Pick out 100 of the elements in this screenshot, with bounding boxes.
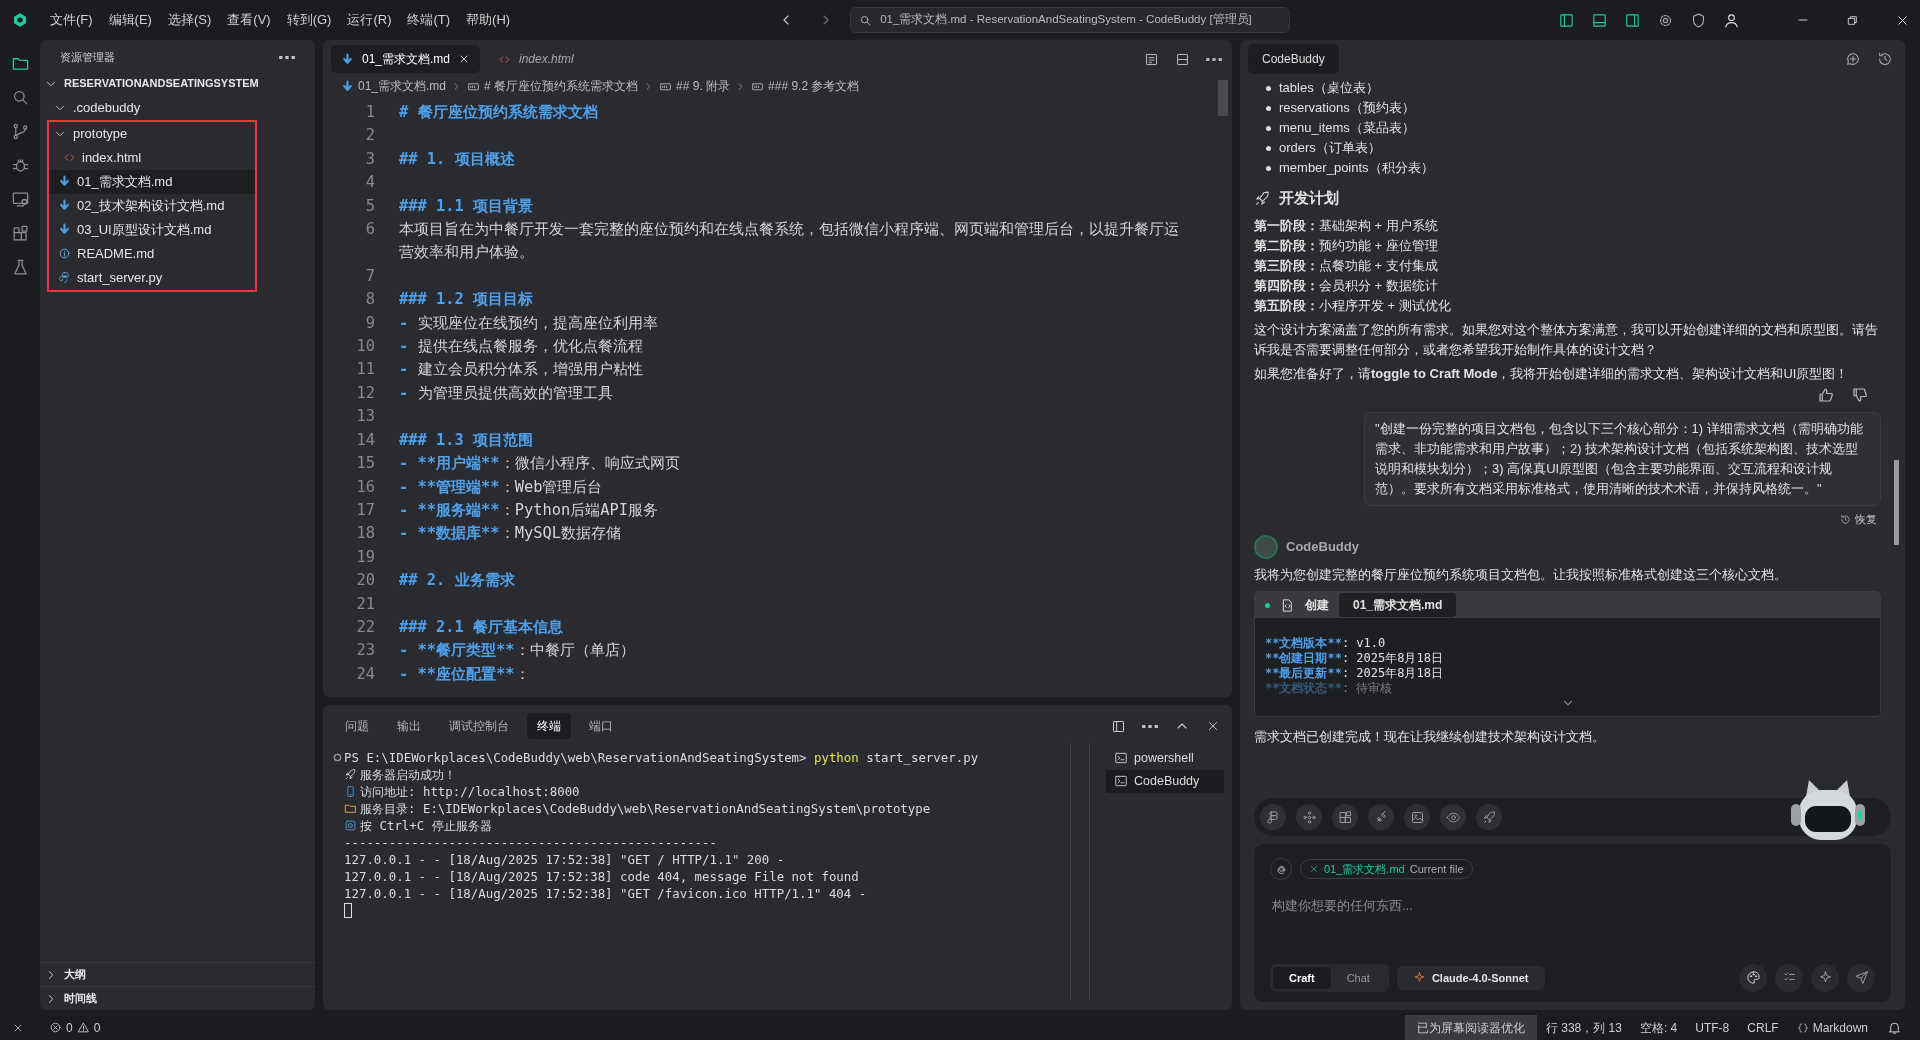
line-number: 17 [355,499,376,521]
action-button[interactable] [1847,963,1875,992]
chat-input-box[interactable]: 01_需求文档.md Current file 构建你想要的任何东西... Craft Chat Claude-4.0-Sonnet [1254,844,1891,1002]
more-button[interactable] [1142,724,1158,728]
scrollbar-thumb[interactable] [1218,80,1228,116]
code-line: 本项目旨在为中餐厅开发一套完整的座位预约和在线点餐系统，包括微信小程序端、网页端和管理后台，以提升餐厅运营效率和用户体验。 [399,219,1180,264]
toolbar-button[interactable] [1591,11,1608,29]
tree-item[interactable]: 02_技术架构设计文档.md [49,193,255,218]
warning-icon [76,1021,90,1034]
restore-button[interactable]: 恢复 [1840,509,1877,529]
menu-item[interactable]: 转到(G) [280,8,338,32]
section-header[interactable]: 大纲 [40,962,315,986]
panel-tab[interactable]: 输出 [387,713,431,739]
split-editor-button[interactable] [1175,51,1190,67]
line-number: 9 [364,312,376,334]
menu-item[interactable]: 运行(R) [341,8,398,32]
breadcrumb-item[interactable]: # 餐厅座位预约系统需求文档 [467,77,639,95]
menu-item[interactable]: 选择(S) [161,8,218,32]
panel-tab[interactable]: 调试控制台 [439,713,519,739]
html-icon [63,151,76,164]
tree-item[interactable]: RESERVATIONANDSEATINGSYSTEM [40,71,315,96]
tool-button[interactable] [1296,804,1322,830]
breadcrumb-item[interactable]: 01_需求文档.md [341,77,447,95]
status-item[interactable]: 行 338，列 13 [1536,1015,1631,1040]
status-item[interactable]: 已为屏幕阅读器优化 [1404,1015,1537,1040]
toolbar-button[interactable] [1558,11,1575,29]
line-number: 6 [364,219,376,241]
menu-item[interactable]: 帮助(H) [460,8,517,32]
code-line: **最后更新**: 2025年8月18日 [1265,666,1444,681]
terminal-line: 访问地址: http://localhost:8000 [360,783,580,800]
nodes-icon [1301,809,1317,825]
toolbar-button[interactable] [1690,11,1707,29]
panel-tab[interactable]: 端口 [579,713,623,739]
toolbar-button[interactable] [1723,11,1740,29]
status-item[interactable]: Markdown [1787,1015,1877,1040]
notifications-button[interactable] [1887,1020,1902,1035]
action-button[interactable] [1739,963,1767,992]
problems-indicator[interactable]: 0 0 [40,1015,110,1040]
status-item[interactable]: CRLF [1738,1015,1788,1040]
menu-item[interactable]: 查看(V) [221,8,277,32]
mode-toggle[interactable]: Chat [1330,966,1386,989]
title-search-field[interactable]: 01_需求文档.md - ReservationAndSeatingSystem - CodeBuddy [管理员] [850,7,1291,33]
line-number: 16 [355,476,376,498]
tool-button[interactable] [1368,804,1394,830]
close-panel-button[interactable] [1206,719,1220,733]
tree-item[interactable]: 03_UI原型设计文档.md [49,217,255,242]
chat-tab[interactable]: CodeBuddy [1248,44,1339,74]
tree-item[interactable]: index.html [49,145,255,170]
terminal-session[interactable]: powershell [1106,747,1224,770]
activity-bar-button[interactable] [10,156,30,175]
tool-button[interactable] [1440,804,1466,830]
panel-tab[interactable]: 问题 [335,713,379,739]
editor-tab[interactable]: 01_需求文档.md [331,45,481,73]
split-icon [1175,51,1190,67]
mode-toggle[interactable]: Craft [1273,966,1331,989]
menu-item[interactable]: 文件(F) [44,8,99,32]
section-header[interactable]: 时间线 [40,986,315,1010]
tool-button[interactable] [1332,804,1358,830]
tree-item[interactable]: 01_需求文档.md [49,169,255,194]
action-button[interactable] [1811,963,1839,992]
terminal-line: 服务器启动成功！ [360,766,456,783]
terminal-session[interactable]: CodeBuddy [1106,769,1224,793]
tool-button[interactable] [1260,804,1286,830]
action-button[interactable] [1775,963,1803,992]
tree-item[interactable]: README.md [49,241,255,266]
preview-button[interactable] [1144,51,1159,67]
panel-tab[interactable]: 终端 [527,713,571,739]
model-selector[interactable]: Claude-4.0-Sonnet [1396,965,1545,990]
line-number: 15 [355,453,376,475]
editor-tab[interactable]: index.html [488,45,584,73]
breadcrumb-item[interactable]: ## 9. 附录 [659,77,731,95]
new-chat-button[interactable] [1845,51,1861,67]
thumbs-up-button[interactable] [1817,386,1835,404]
status-item[interactable]: 空格: 4 [1630,1015,1687,1040]
more-icon [279,55,295,59]
history-button[interactable] [1877,51,1893,67]
maximize-button[interactable] [1846,13,1859,27]
toolbar-button[interactable] [1624,11,1641,29]
menu-item[interactable]: 终端(T) [401,8,457,32]
tree-item[interactable]: .codebuddy [40,95,315,120]
figma-icon [1265,809,1281,825]
bullet-icon [1266,85,1271,91]
tree-item[interactable]: start_server.py [49,265,255,290]
chat-input[interactable]: 构建你想要的任何东西... [1270,896,1875,946]
layout-button[interactable] [1111,718,1126,734]
line-number: 5 [364,195,376,217]
tool-button[interactable] [1476,804,1502,830]
breadcrumb-item[interactable]: ### 9.2 参考文档 [751,77,860,95]
python-icon [58,271,71,284]
tree-item[interactable]: prototype [49,121,255,146]
tool-button[interactable] [1404,804,1430,830]
action-label: 创建 [1305,597,1329,614]
markdown-icon [341,79,354,93]
thumbs-down-button[interactable] [1851,386,1869,404]
more-button[interactable] [279,55,295,59]
menu-item[interactable]: 编辑(E) [102,8,158,32]
more-button[interactable] [1206,57,1222,61]
scrollbar-thumb[interactable] [1894,460,1899,545]
status-item[interactable]: UTF-8 [1686,1015,1739,1040]
list-item-text: reservations（预约表） [1279,99,1415,117]
